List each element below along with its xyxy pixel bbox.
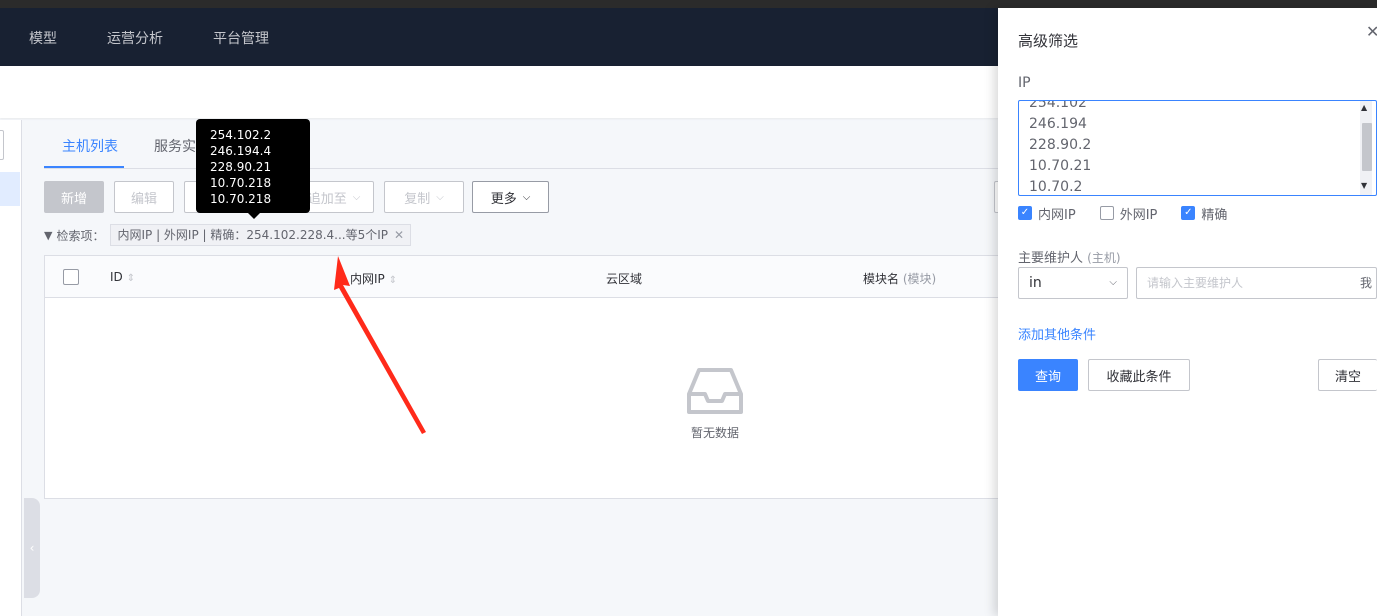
scrollbar-thumb[interactable] bbox=[1362, 123, 1372, 171]
column-module-label: 模块名 bbox=[863, 272, 900, 286]
tab-host-list[interactable]: 主机列表 bbox=[62, 136, 118, 156]
query-button[interactable]: 查询 bbox=[1018, 359, 1078, 391]
save-condition-button[interactable]: 收藏此条件 bbox=[1088, 359, 1190, 391]
scroll-up-icon[interactable]: ▲ bbox=[1361, 103, 1367, 112]
sidebar-toggle-box[interactable] bbox=[0, 130, 4, 160]
ip-line: 228.90.2 bbox=[1029, 137, 1092, 153]
chevron-down-icon: ⌵ bbox=[436, 191, 444, 203]
clear-button[interactable]: 清空 bbox=[1318, 359, 1377, 391]
window-top-strip bbox=[0, 0, 1377, 8]
empty-state: 暂无数据 bbox=[665, 366, 765, 441]
column-id[interactable]: ID ⇕ bbox=[110, 270, 135, 284]
main-content: 主机列表 服务实例 新增 编辑 追加至 ⌵ 复制 ⌵ 更多 ⌵ ▼ 检索项： 内网IP… bbox=[44, 120, 1006, 616]
owner-label-sub: (主机) bbox=[1087, 251, 1121, 265]
column-module-sub: (模块) bbox=[902, 272, 937, 286]
collapse-tab[interactable]: ‹ bbox=[24, 498, 40, 598]
panel-title: 高级筛选 bbox=[1018, 32, 1079, 50]
column-id-label: ID bbox=[110, 270, 123, 284]
close-icon[interactable]: ✕ bbox=[1366, 22, 1377, 41]
tooltip-line: 246.194.4 bbox=[210, 144, 272, 158]
operator-select[interactable]: in ⌵ bbox=[1018, 267, 1128, 299]
filter-tag-text: 内网IP | 外网IP | 精确：254.102.228.4...等5个IP bbox=[117, 228, 389, 242]
filter-line: ▼ 检索项： 内网IP | 外网IP | 精确：254.102.228.4...… bbox=[44, 224, 412, 246]
tooltip-line: 254.102.2 bbox=[210, 128, 272, 142]
ip-lines: 254.102 246.194 228.90.2 10.70.21 10.70.… bbox=[1029, 100, 1092, 195]
edit-button[interactable]: 编辑 bbox=[114, 181, 174, 213]
host-table: ID ⇕ 内网IP ⇕ 云区域 模块名 (模块) 暂无数据 bbox=[44, 255, 1004, 499]
ip-line: 254.102 bbox=[1029, 100, 1087, 111]
outer-ip-label: 外网IP bbox=[1119, 207, 1158, 223]
filter-label: 检索项： bbox=[56, 228, 105, 243]
scroll-down-icon[interactable]: ▼ bbox=[1361, 181, 1367, 190]
add-to-label: 追加至 bbox=[307, 191, 347, 207]
column-module: 模块名 (模块) bbox=[863, 270, 936, 287]
column-cloud-area: 云区域 bbox=[606, 272, 643, 286]
nav-item-operation-analysis[interactable]: 运营分析 bbox=[107, 28, 163, 48]
owner-label: 主要维护人 (主机) bbox=[1018, 247, 1121, 266]
tooltip-line: 10.70.218 bbox=[210, 192, 272, 206]
tooltip-line: 228.90.21 bbox=[210, 160, 272, 174]
select-all-checkbox[interactable] bbox=[63, 269, 79, 285]
ip-scrollbar[interactable]: ▲ ▼ bbox=[1360, 101, 1372, 195]
chevron-down-icon: ⌵ bbox=[352, 191, 361, 203]
ip-options: ✓ 内网IP ✓ 外网IP ✓ 精确 bbox=[1018, 204, 1251, 223]
copy-label: 复制 bbox=[404, 191, 431, 207]
sidebar-active-item[interactable] bbox=[0, 172, 20, 206]
chevron-left-icon: ‹ bbox=[29, 541, 35, 555]
chevron-down-icon: ⌵ bbox=[522, 191, 531, 203]
ip-label: IP bbox=[1018, 75, 1031, 91]
owner-input[interactable]: 请输入主要维护人 我 bbox=[1136, 267, 1377, 299]
empty-inbox-icon bbox=[687, 368, 743, 414]
ip-line: 10.70.21 bbox=[1029, 158, 1092, 174]
me-shortcut[interactable]: 我 bbox=[1360, 268, 1372, 298]
exact-label: 精确 bbox=[1201, 207, 1228, 223]
close-icon[interactable]: ✕ bbox=[394, 225, 404, 245]
chevron-down-icon: ⌵ bbox=[1109, 277, 1117, 288]
ip-tooltip: 254.102.2 246.194.4 228.90.21 10.70.218 … bbox=[196, 119, 310, 219]
tooltip-arrow bbox=[248, 213, 260, 219]
table-header: ID ⇕ 内网IP ⇕ 云区域 模块名 (模块) bbox=[45, 256, 1003, 298]
ip-line: 10.70.2 bbox=[1029, 179, 1083, 195]
tab-active-underline bbox=[44, 166, 124, 168]
ip-textarea[interactable]: 254.102 246.194 228.90.2 10.70.21 10.70.… bbox=[1018, 100, 1377, 196]
left-sidebar bbox=[0, 120, 22, 616]
empty-text: 暂无数据 bbox=[690, 426, 739, 440]
tooltip-line: 10.70.218 bbox=[210, 176, 272, 190]
inner-ip-checkbox[interactable]: ✓ bbox=[1018, 206, 1032, 220]
add-condition-link[interactable]: 添加其他条件 bbox=[1018, 324, 1096, 343]
operator-value: in bbox=[1029, 275, 1042, 291]
copy-button[interactable]: 复制 ⌵ bbox=[384, 181, 464, 213]
add-button[interactable]: 新增 bbox=[44, 181, 104, 213]
exact-checkbox[interactable]: ✓ bbox=[1181, 206, 1196, 220]
owner-placeholder: 请输入主要维护人 bbox=[1147, 276, 1244, 290]
advanced-filter-panel: 高级筛选 ✕ IP 254.102 246.194 228.90.2 10.70… bbox=[998, 8, 1377, 616]
funnel-icon: ▼ bbox=[44, 228, 53, 242]
more-label: 更多 bbox=[490, 191, 517, 207]
outer-ip-checkbox[interactable]: ✓ bbox=[1099, 206, 1114, 220]
nav-item-model[interactable]: 模型 bbox=[29, 28, 57, 48]
inner-ip-label: 内网IP bbox=[1038, 207, 1076, 223]
annotation-arrow bbox=[334, 256, 426, 434]
nav-item-platform-management[interactable]: 平台管理 bbox=[213, 28, 269, 48]
ip-line: 246.194 bbox=[1029, 116, 1087, 132]
more-button[interactable]: 更多 ⌵ bbox=[472, 181, 549, 213]
filter-tag[interactable]: 内网IP | 外网IP | 精确：254.102.228.4...等5个IP ✕ bbox=[110, 224, 412, 246]
tab-bar: 主机列表 服务实例 bbox=[44, 120, 1004, 169]
sort-icon[interactable]: ⇕ bbox=[127, 273, 135, 284]
owner-label-text: 主要维护人 bbox=[1018, 251, 1084, 266]
